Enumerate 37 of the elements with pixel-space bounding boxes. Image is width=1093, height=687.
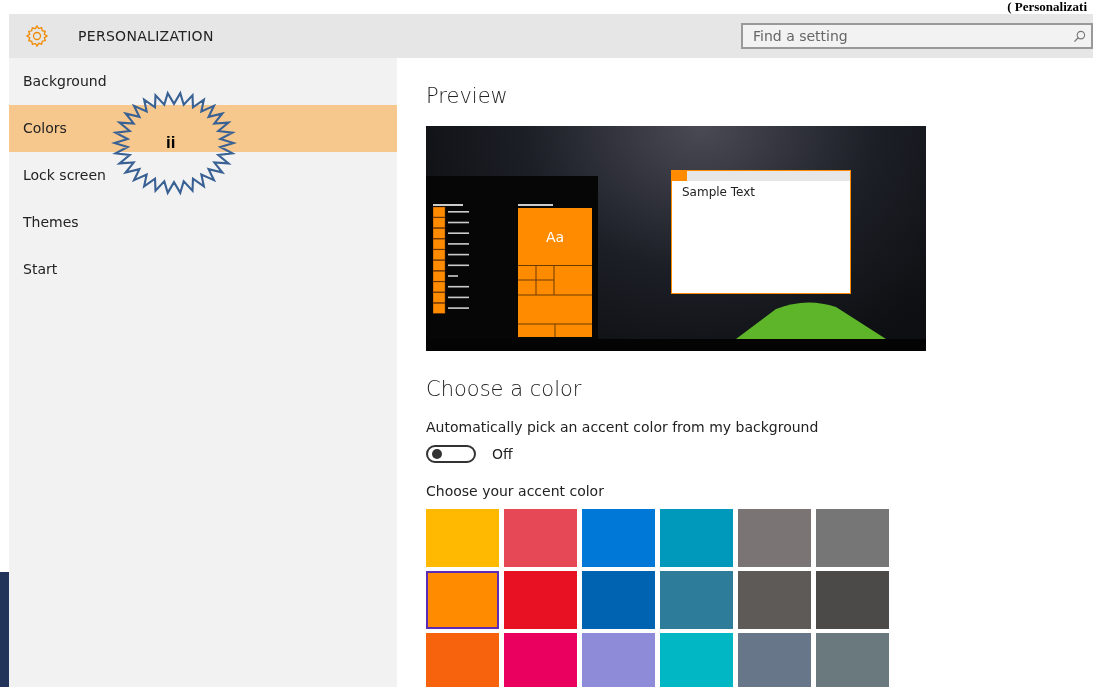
color-swatch[interactable] xyxy=(582,509,655,567)
color-swatch[interactable] xyxy=(504,509,577,567)
color-swatch[interactable] xyxy=(816,633,889,687)
toggle-state: Off xyxy=(492,446,513,462)
color-swatch[interactable] xyxy=(738,571,811,629)
color-swatch[interactable] xyxy=(504,633,577,687)
search-field[interactable]: Find a setting xyxy=(741,23,1093,49)
group-header-line xyxy=(518,204,553,206)
setting-label: Automatically pick an accent color from my background xyxy=(426,419,820,435)
section-heading: Choose a color xyxy=(426,377,583,403)
color-swatch[interactable] xyxy=(426,571,499,629)
color-swatch[interactable] xyxy=(660,509,733,567)
search-icon[interactable] xyxy=(1073,30,1086,43)
color-swatch[interactable] xyxy=(504,571,577,629)
section-heading: Preview xyxy=(426,84,509,110)
color-swatch[interactable] xyxy=(738,509,811,567)
callout-label: ii xyxy=(166,133,176,153)
color-swatch[interactable] xyxy=(660,633,733,687)
color-swatch[interactable] xyxy=(816,509,889,567)
toggle-switch[interactable] xyxy=(426,445,476,463)
sidebar-item[interactable]: Background xyxy=(9,58,397,105)
settings-icon xyxy=(25,24,49,48)
sidebar-item[interactable]: Start xyxy=(9,246,397,293)
color-swatch[interactable] xyxy=(426,633,499,687)
color-swatch[interactable] xyxy=(660,571,733,629)
sidebar-item[interactable]: Lock screen xyxy=(9,152,397,199)
caption-text: ( Personalizati xyxy=(1007,0,1087,14)
color-swatch[interactable] xyxy=(816,571,889,629)
color-swatch[interactable] xyxy=(738,633,811,687)
page-title: PERSONALIZATION xyxy=(78,28,215,44)
setting-label: Choose your accent color xyxy=(426,483,605,499)
color-swatch[interactable] xyxy=(582,633,655,687)
color-swatch[interactable] xyxy=(426,509,499,567)
color-swatch[interactable] xyxy=(582,571,655,629)
sidebar-item[interactable]: Themes xyxy=(9,199,397,246)
sample-text: Sample Text xyxy=(682,185,756,199)
tile: Aa xyxy=(518,208,592,265)
